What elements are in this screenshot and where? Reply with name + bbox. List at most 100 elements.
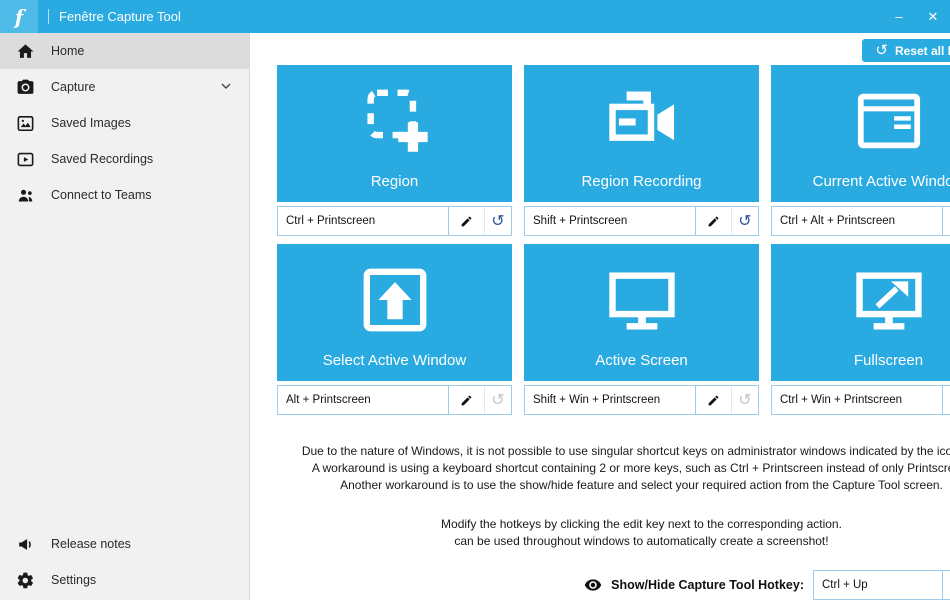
reset-icon: ↺ (491, 392, 505, 409)
hotkey-row-select-active-window: ↺ (277, 385, 512, 415)
sidebar-item-label: Settings (51, 573, 97, 587)
gear-icon (15, 570, 35, 590)
region-hotkey-input[interactable] (278, 207, 448, 235)
modify-notes: Modify the hotkeys by clicking the edit … (277, 516, 950, 550)
region-recording-icon (524, 65, 759, 173)
note-line: Another workaround is to use the show/hi… (340, 478, 943, 492)
showhide-hotkey-row: Show/Hide Capture Tool Hotkey: ↺ (277, 570, 950, 600)
note-line: Modify the hotkeys by clicking the edit … (441, 517, 842, 531)
app-logo-icon: f (0, 0, 38, 33)
minimize-button[interactable]: – (882, 0, 916, 33)
reset-all-label: Reset all hotkeys (894, 43, 950, 58)
window-controls: – ✕ (882, 0, 950, 33)
tile-region-recording[interactable]: Region Recording (524, 65, 759, 202)
tile-label: Active Screen (595, 352, 688, 369)
region-recording-edit-button[interactable] (695, 207, 731, 235)
reset-icon: ↺ (738, 392, 752, 409)
tile-current-active-window[interactable]: Current Active Window (771, 65, 950, 202)
sidebar-item-saved-images[interactable]: Saved Images (0, 105, 249, 141)
tile-fullscreen[interactable]: Fullscreen (771, 244, 950, 381)
sidebar-item-label: Home (51, 44, 85, 58)
title-separator (48, 9, 49, 24)
hotkey-row-region-recording: ↺ (524, 206, 759, 236)
images-icon (15, 113, 35, 133)
megaphone-icon (15, 534, 35, 554)
region-recording-hotkey-input[interactable] (525, 207, 695, 235)
admin-notes: Due to the nature of Windows, it is not … (277, 443, 950, 494)
select-active-window-edit-button[interactable] (448, 386, 484, 414)
hotkey-row-current-active-window: ↺ (771, 206, 950, 236)
close-button[interactable]: ✕ (916, 0, 950, 33)
active-screen-edit-button[interactable] (695, 386, 731, 414)
sidebar-item-saved-recordings[interactable]: Saved Recordings (0, 141, 249, 177)
home-icon (15, 41, 35, 61)
sidebar: Home Capture Saved Images Saved Recordin… (0, 33, 250, 600)
pencil-icon (708, 216, 719, 226)
teams-icon (15, 185, 35, 205)
active-screen-icon (524, 244, 759, 352)
reset-icon: ↺ (738, 213, 752, 230)
capture-cell-fullscreen: Fullscreen ↺ (771, 244, 950, 415)
sidebar-item-release-notes[interactable]: Release notes (0, 526, 249, 562)
reset-icon: ↺ (875, 42, 888, 59)
pencil-icon (461, 216, 472, 226)
sidebar-item-label: Release notes (51, 537, 131, 551)
note-line: A workaround is using a keyboard shortcu… (311, 461, 950, 475)
region-reset-button[interactable]: ↺ (484, 207, 511, 235)
select-active-window-reset-button[interactable]: ↺ (484, 386, 511, 414)
tile-label: Current Active Window (812, 173, 950, 190)
sidebar-item-capture[interactable]: Capture (0, 69, 249, 105)
sidebar-item-label: Capture (51, 80, 96, 94)
capture-cell-region: Region ↺ (277, 65, 512, 236)
hotkey-row-region: ↺ (277, 206, 512, 236)
hotkey-row-fullscreen: ↺ (771, 385, 950, 415)
active-screen-reset-button[interactable]: ↺ (731, 386, 758, 414)
current-active-window-edit-button[interactable] (942, 207, 950, 235)
main-content: ↺ Reset all hotkeys Region (250, 33, 950, 600)
camera-icon (15, 77, 35, 97)
capture-cell-current-active-window: Current Active Window ↺ (771, 65, 950, 236)
region-icon (277, 65, 512, 173)
fullscreen-hotkey-input[interactable] (772, 386, 942, 414)
close-icon: ✕ (927, 8, 939, 24)
region-edit-button[interactable] (448, 207, 484, 235)
reset-all-hotkeys-button[interactable]: ↺ Reset all hotkeys (862, 39, 950, 62)
tile-active-screen[interactable]: Active Screen (524, 244, 759, 381)
sidebar-item-settings[interactable]: Settings (0, 562, 249, 598)
window-title: Fenêtre Capture Tool (59, 9, 181, 24)
sidebar-item-connect-to-teams[interactable]: Connect to Teams (0, 177, 249, 213)
recordings-icon (15, 149, 35, 169)
pencil-icon (461, 395, 472, 405)
titlebar: f Fenêtre Capture Tool – ✕ (0, 0, 950, 33)
tile-label: Region (370, 173, 419, 190)
sidebar-item-label: Saved Recordings (51, 152, 154, 166)
current-active-window-icon (771, 65, 950, 173)
select-active-window-hotkey-input[interactable] (278, 386, 448, 414)
sidebar-item-home[interactable]: Home (0, 33, 249, 69)
select-active-window-icon (277, 244, 512, 352)
tile-region[interactable]: Region (277, 65, 512, 202)
capture-tiles-grid: Region ↺ Region Recording (277, 65, 950, 415)
chevron-down-icon (218, 78, 234, 97)
showhide-edit-button[interactable] (942, 571, 950, 599)
capture-cell-select-active-window: Select Active Window ↺ (277, 244, 512, 415)
fullscreen-edit-button[interactable] (942, 386, 950, 414)
tile-label: Fullscreen (853, 352, 924, 369)
note-line: can be used throughout windows to automa… (454, 534, 829, 548)
hotkey-row-active-screen: ↺ (524, 385, 759, 415)
region-recording-reset-button[interactable]: ↺ (731, 207, 758, 235)
sidebar-item-label: Connect to Teams (51, 188, 152, 202)
showhide-hotkey-input[interactable] (814, 571, 942, 599)
active-screen-hotkey-input[interactable] (525, 386, 695, 414)
app-window: f Fenêtre Capture Tool – ✕ Home Capture (0, 0, 950, 600)
fullscreen-icon (771, 244, 950, 352)
tile-select-active-window[interactable]: Select Active Window (277, 244, 512, 381)
note-line: Due to the nature of Windows, it is not … (301, 444, 950, 458)
current-active-window-hotkey-input[interactable] (772, 207, 942, 235)
tile-label: Select Active Window (322, 352, 467, 369)
eye-icon (584, 576, 602, 594)
tile-label: Region Recording (581, 173, 702, 190)
showhide-label: Show/Hide Capture Tool Hotkey: (611, 578, 804, 592)
sidebar-item-label: Saved Images (51, 116, 131, 130)
